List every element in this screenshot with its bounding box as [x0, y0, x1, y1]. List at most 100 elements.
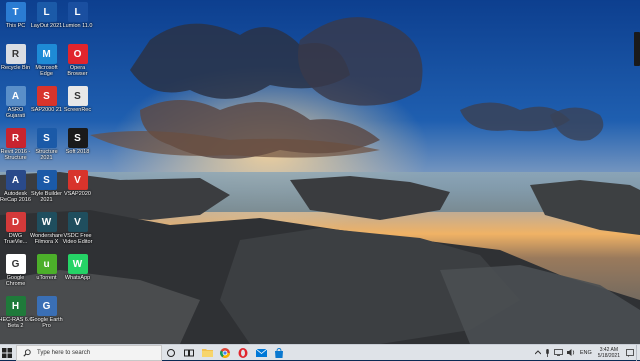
desktop-icon-label: ScreenRec [63, 107, 92, 113]
desktop-icon[interactable]: S Structure 2021 [31, 128, 62, 161]
desktop-icon-label: SAP2000 21 [31, 107, 62, 113]
desktop-icon[interactable]: S ScreenRec [62, 86, 93, 113]
desktop-icon-label: Revit 2016 - Structure [0, 149, 31, 161]
desktop-icon[interactable]: W WhatsApp [62, 254, 93, 281]
taskbar-search-box[interactable]: Type here to search [16, 344, 162, 361]
show-desktop-button[interactable] [636, 344, 640, 361]
opera-icon: O [67, 44, 88, 64]
dwg-trueview-icon: D [5, 212, 26, 232]
desktop-icon-label: Google Earth Pro [30, 317, 63, 329]
language-indicator[interactable]: ENG [580, 350, 592, 356]
revit-icon: R [5, 128, 26, 148]
task-view-multi-button[interactable] [180, 345, 198, 361]
desktop-icon-label: Lumion 11.0 [62, 23, 93, 29]
desktop-icon[interactable]: L Lumion 11.0 [62, 2, 93, 29]
desktop-icon-label: LayOut 2021 [30, 23, 63, 29]
opera-icon [238, 347, 248, 358]
system-tray: ENG 3:42 AM 5/18/2021 [533, 344, 640, 361]
desktop-icon[interactable]: R Revit 2016 - Structure [0, 128, 31, 161]
desktop-icon[interactable]: u uTorrent [31, 254, 62, 281]
edge-panel-handle[interactable] [634, 32, 640, 66]
desktop-icon-label: Recycle Bin [0, 65, 31, 71]
desktop-icon-label: Soft 2018 [65, 149, 90, 155]
chrome-icon: G [5, 254, 26, 274]
desktop-icon[interactable]: A ASRO Gujarati [0, 86, 31, 119]
chrome-icon [220, 347, 230, 358]
store-taskbar-button[interactable] [270, 345, 288, 361]
desktop-icon[interactable]: W Wondershare Filmora X [30, 212, 63, 245]
recap-icon: A [5, 170, 26, 190]
mail-icon [255, 348, 267, 357]
desktop-icon-label: Style Builder 2021 [31, 191, 62, 203]
style-builder-icon: S [36, 170, 57, 190]
desktop-icon[interactable]: H HEC-RAS 6.0 Beta 2 [0, 296, 33, 329]
desktop-icon[interactable]: V VSDC Free Video Editor [62, 212, 93, 245]
desktop-icon[interactable]: O Opera Browser [62, 44, 93, 77]
microphone-button[interactable] [545, 348, 550, 357]
desktop-icon-label: Autodesk ReCap 2016 [0, 191, 31, 203]
start-button[interactable] [0, 345, 14, 361]
desktop-icon-label: ASRO Gujarati [5, 107, 26, 119]
microphone-icon [546, 348, 549, 357]
desktop-icon[interactable]: S Style Builder 2021 [31, 170, 62, 203]
search-placeholder: Type here to search [37, 349, 91, 356]
desktop-icon[interactable]: R Recycle Bin [0, 44, 31, 71]
clock-date: 5/18/2021 [597, 352, 620, 359]
search-icon [21, 348, 33, 357]
desktop-icon[interactable]: S Soft 2018 [62, 128, 93, 155]
desktop-icon[interactable]: G Google Earth Pro [30, 296, 63, 329]
desktop-icon[interactable]: D DWG TrueVie... [0, 212, 31, 245]
chevron-up-icon [534, 350, 541, 355]
chrome-taskbar-button[interactable] [216, 345, 234, 361]
sap2000-icon: S [36, 86, 57, 106]
filmora-icon: W [36, 212, 57, 232]
desktop-icon[interactable]: M Microsoft Edge [31, 44, 62, 77]
utorrent-icon: u [36, 254, 57, 274]
windows-logo-icon [2, 347, 12, 358]
desktop-icon[interactable]: A Autodesk ReCap 2016 [0, 170, 31, 203]
desktop-icon[interactable]: G Google Chrome [0, 254, 31, 287]
vsdc-icon: V [67, 212, 88, 232]
hec-ras-icon: H [5, 296, 26, 316]
desktop-icon[interactable]: L LayOut 2021 [31, 2, 62, 29]
desktop-icon-label: DWG TrueVie... [3, 233, 28, 245]
desktop-icon-label: VSAP2020 [64, 191, 91, 197]
desktop-icon-label: HEC-RAS 6.0 Beta 2 [0, 317, 33, 329]
file-explorer-button[interactable] [198, 345, 216, 361]
network-button[interactable] [553, 349, 563, 356]
microsoft-store-icon [275, 347, 283, 358]
recycle-bin-icon: R [5, 44, 26, 64]
action-center-icon [626, 348, 634, 357]
show-hidden-icons-button[interactable] [534, 350, 541, 355]
volume-button[interactable] [566, 349, 576, 356]
desktop-icon-label: Opera Browser [67, 65, 88, 77]
google-earth-icon: G [36, 296, 57, 316]
mail-taskbar-button[interactable] [252, 345, 270, 361]
lumion-icon: L [67, 2, 88, 22]
desktop-icon[interactable]: T This PC [0, 2, 31, 29]
desktop-icon-label: uTorrent [36, 275, 57, 281]
desktop-icon-label: VSDC Free Video Editor [62, 233, 93, 245]
structure-icon: S [36, 128, 57, 148]
whatsapp-icon: W [67, 254, 88, 274]
file-explorer-icon [201, 349, 213, 357]
asro-app-icon: A [5, 86, 26, 106]
layout-icon: L [36, 2, 57, 22]
speaker-icon [566, 349, 574, 356]
notifications-button[interactable] [626, 348, 634, 357]
desktop-icon[interactable]: V VSAP2020 [62, 170, 93, 197]
computer-icon: T [5, 2, 26, 22]
screenrec-icon: S [67, 86, 88, 106]
task-view-icon [167, 348, 175, 357]
desktop-icon[interactable]: S SAP2000 21 [31, 86, 62, 113]
task-view-button[interactable] [162, 345, 180, 361]
vsap-icon: V [67, 170, 88, 190]
taskbar-clock[interactable]: 3:42 AM 5/18/2021 [598, 347, 620, 359]
taskbar: Type here to search ENG 3:42 AM 5/18/202… [0, 344, 640, 361]
edge-icon: M [36, 44, 57, 64]
desktop-icon-label: Wondershare Filmora X [30, 233, 63, 245]
opera-taskbar-button[interactable] [234, 345, 252, 361]
desktop-icon-label: This PC [5, 23, 26, 29]
soft-icon: S [67, 128, 88, 148]
desktop-icon-label: Microsoft Edge [35, 65, 58, 77]
